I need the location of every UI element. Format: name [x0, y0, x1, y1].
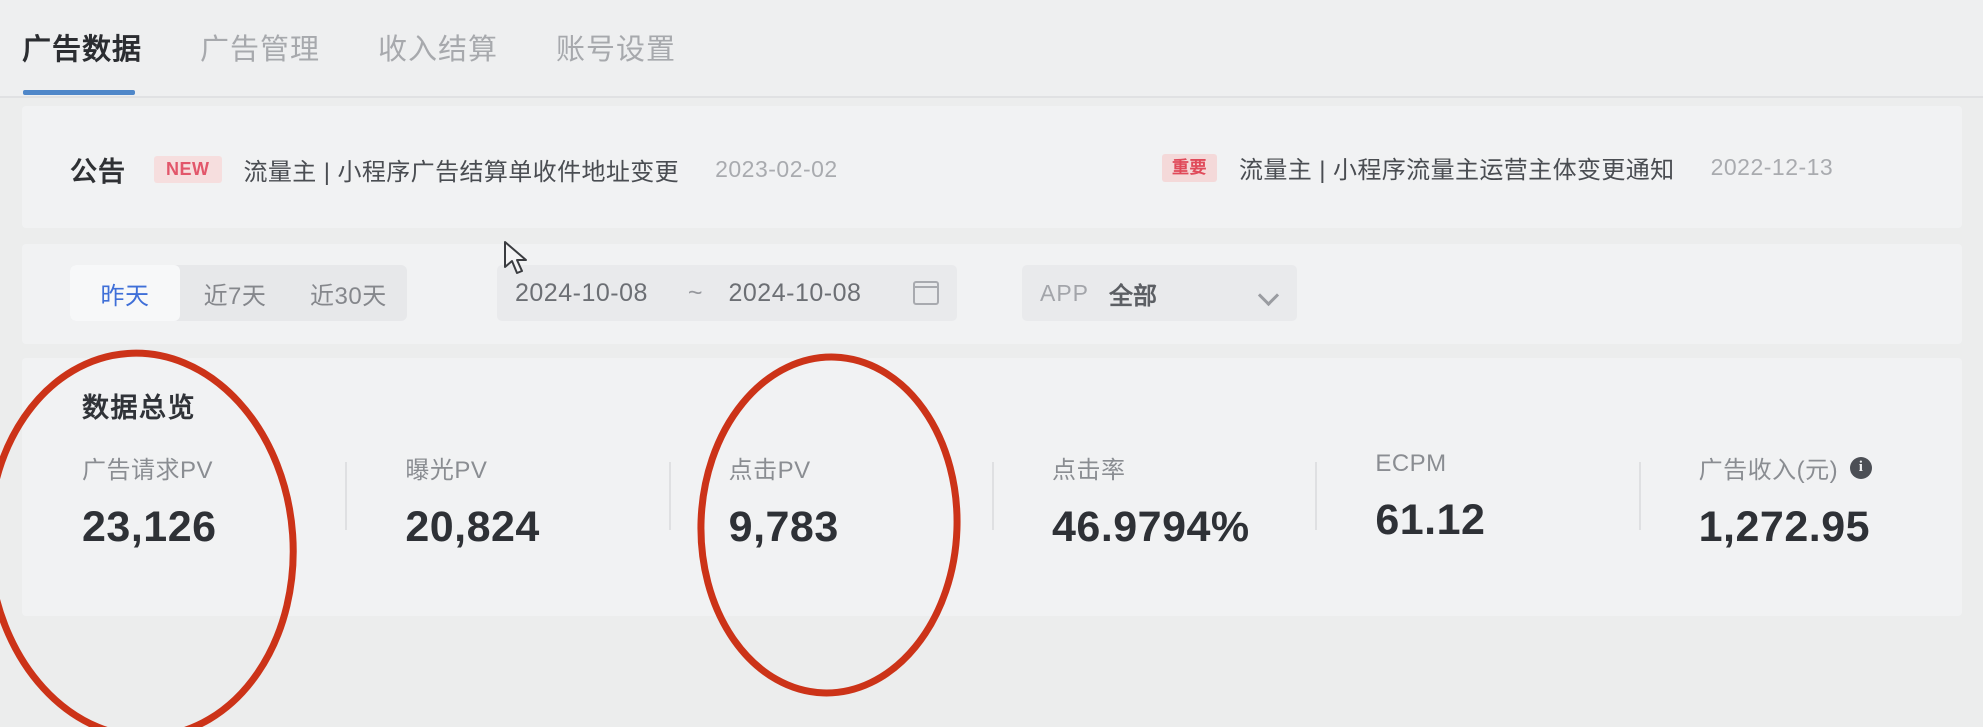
date-range-end[interactable]: 2024-10-08: [729, 279, 862, 308]
announcement-text-2[interactable]: 流量主 | 小程序流量主运营主体变更通知: [1239, 150, 1675, 185]
metric-label-text: 广告请求PV: [82, 457, 214, 484]
metric-value: 20,824: [405, 503, 540, 551]
active-tab-indicator: [23, 90, 135, 95]
announcement-card: 公告 NEW 流量主 | 小程序广告结算单收件地址变更 2023-02-02 重…: [22, 106, 1962, 228]
data-overview-title: 数据总览: [82, 393, 196, 423]
app-filter-select[interactable]: APP 全部: [1022, 265, 1297, 321]
metric-value: 9,783: [728, 503, 839, 551]
metric-ad-request-pv: 广告请求PV 23,126: [22, 450, 345, 552]
metric-label-text: 点击率: [1051, 457, 1126, 484]
metric-ecpm: ECPM 61.12: [1315, 450, 1638, 552]
announcement-section-label: 公告: [70, 157, 126, 187]
data-overview-card: 数据总览 广告请求PV 23,126 曝光PV 20,824 点击PV 9,78…: [22, 358, 1962, 616]
tab-account-settings[interactable]: 账号设置: [556, 26, 676, 68]
announcement-item-1[interactable]: 公告 NEW 流量主 | 小程序广告结算单收件地址变更 2023-02-02: [70, 150, 838, 189]
announcement-date-2: 2022-12-13: [1710, 154, 1834, 180]
info-icon[interactable]: i: [1850, 456, 1873, 479]
metric-label-text: ECPM: [1375, 450, 1447, 477]
metric-click-pv: 点击PV 9,783: [668, 450, 992, 552]
tab-bar-divider: [0, 96, 1983, 98]
segment-last-7-days[interactable]: 近7天: [180, 265, 290, 321]
metric-label-text: 曝光PV: [405, 457, 488, 484]
metric-list: 广告请求PV 23,126 曝光PV 20,824 点击PV 9,783 点击率: [22, 450, 1962, 552]
metric-label: ECPM: [1375, 450, 1638, 478]
date-range-start[interactable]: 2024-10-08: [515, 279, 648, 308]
metric-value: 46.9794%: [1051, 503, 1250, 551]
announcement-text-1[interactable]: 流量主 | 小程序广告结算单收件地址变更: [244, 152, 680, 187]
app-filter-label: APP: [1040, 279, 1090, 306]
metric-value: 23,126: [82, 503, 217, 551]
announcement-badge-important: 重要: [1162, 153, 1217, 182]
tab-list: 广告数据 广告管理 收入结算 账号设置: [22, 26, 676, 68]
metric-label: 广告请求PV: [82, 450, 345, 485]
announcement-badge-new: NEW: [154, 156, 222, 183]
metric-impression-pv: 曝光PV 20,824: [345, 450, 668, 552]
metric-label-text: 广告收入(元): [1698, 457, 1839, 484]
metric-ad-revenue: 广告收入(元) i 1,272.95: [1638, 450, 1962, 552]
filter-toolbar: 昨天 近7天 近30天 2024-10-08 ~ 2024-10-08 APP …: [22, 244, 1962, 344]
tab-ad-data[interactable]: 广告数据: [22, 26, 142, 68]
calendar-icon[interactable]: [913, 281, 939, 305]
segment-yesterday[interactable]: 昨天: [70, 265, 180, 321]
announcement-item-2[interactable]: 重要 流量主 | 小程序流量主运营主体变更通知 2022-12-13: [1162, 150, 1833, 185]
metric-label: 点击率: [1052, 450, 1315, 485]
metric-value: 61.12: [1375, 496, 1486, 544]
metric-label: 曝光PV: [405, 450, 668, 485]
segment-last-30-days[interactable]: 近30天: [290, 265, 407, 321]
metric-label-text: 点击PV: [728, 457, 811, 484]
metric-label: 点击PV: [729, 450, 992, 485]
metric-label: 广告收入(元) i: [1699, 450, 1962, 485]
top-tab-bar: 广告数据 广告管理 收入结算 账号设置: [0, 0, 1983, 98]
announcement-date-1: 2023-02-02: [715, 156, 838, 182]
date-range-picker[interactable]: 2024-10-08 ~ 2024-10-08: [497, 265, 957, 321]
app-filter-value: 全部: [1109, 282, 1158, 310]
page-root: 广告数据 广告管理 收入结算 账号设置 公告 NEW 流量主 | 小程序广告结算…: [0, 0, 1983, 727]
date-range-separator: ~: [687, 278, 703, 307]
metric-value: 1,272.95: [1698, 503, 1871, 551]
tab-income-settlement[interactable]: 收入结算: [378, 26, 498, 68]
chevron-down-icon[interactable]: [1259, 288, 1279, 299]
date-preset-segmented-control: 昨天 近7天 近30天: [70, 265, 407, 321]
tab-ad-management[interactable]: 广告管理: [200, 26, 320, 68]
metric-click-rate: 点击率 46.9794%: [991, 450, 1315, 552]
